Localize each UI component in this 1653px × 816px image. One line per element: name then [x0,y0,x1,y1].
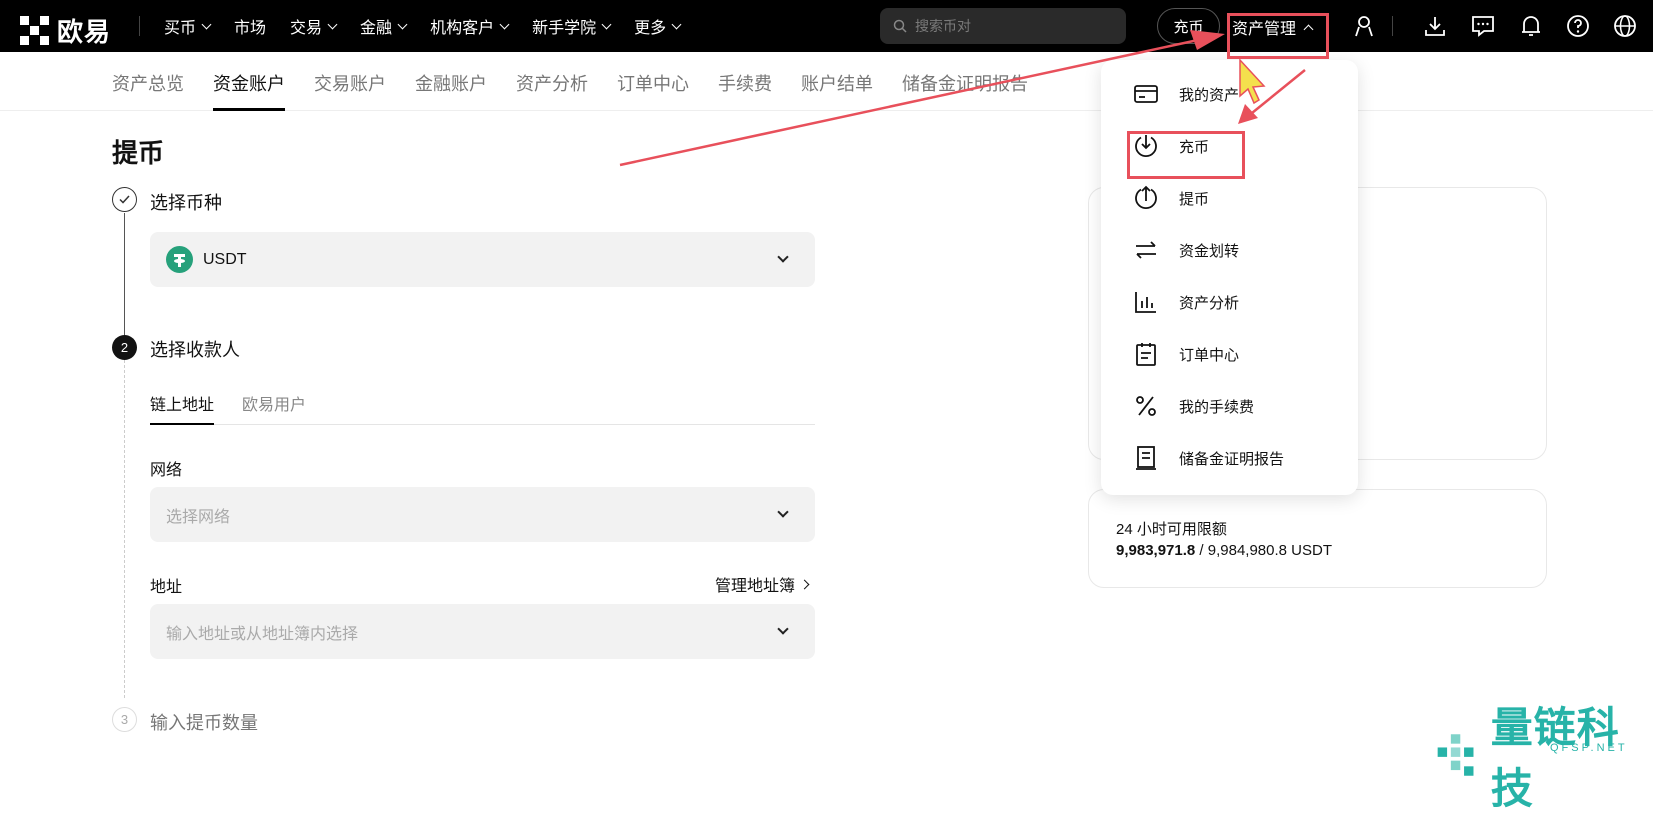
watermark-subtext: QFSP.NET [1550,742,1628,754]
watermark: 量链科技 [1432,694,1653,816]
annotation-arrow-line [1251,69,1306,114]
annotation-arrowhead [1238,104,1258,124]
annotation-arrow-line [619,38,1199,167]
annotation-arrowhead [1190,30,1225,50]
cursor-pointer-icon [1239,58,1266,105]
watermark-text: 量链科技 [1490,703,1620,813]
annotation-arrows [619,30,1306,167]
watermark-logo-icon [1437,734,1474,776]
